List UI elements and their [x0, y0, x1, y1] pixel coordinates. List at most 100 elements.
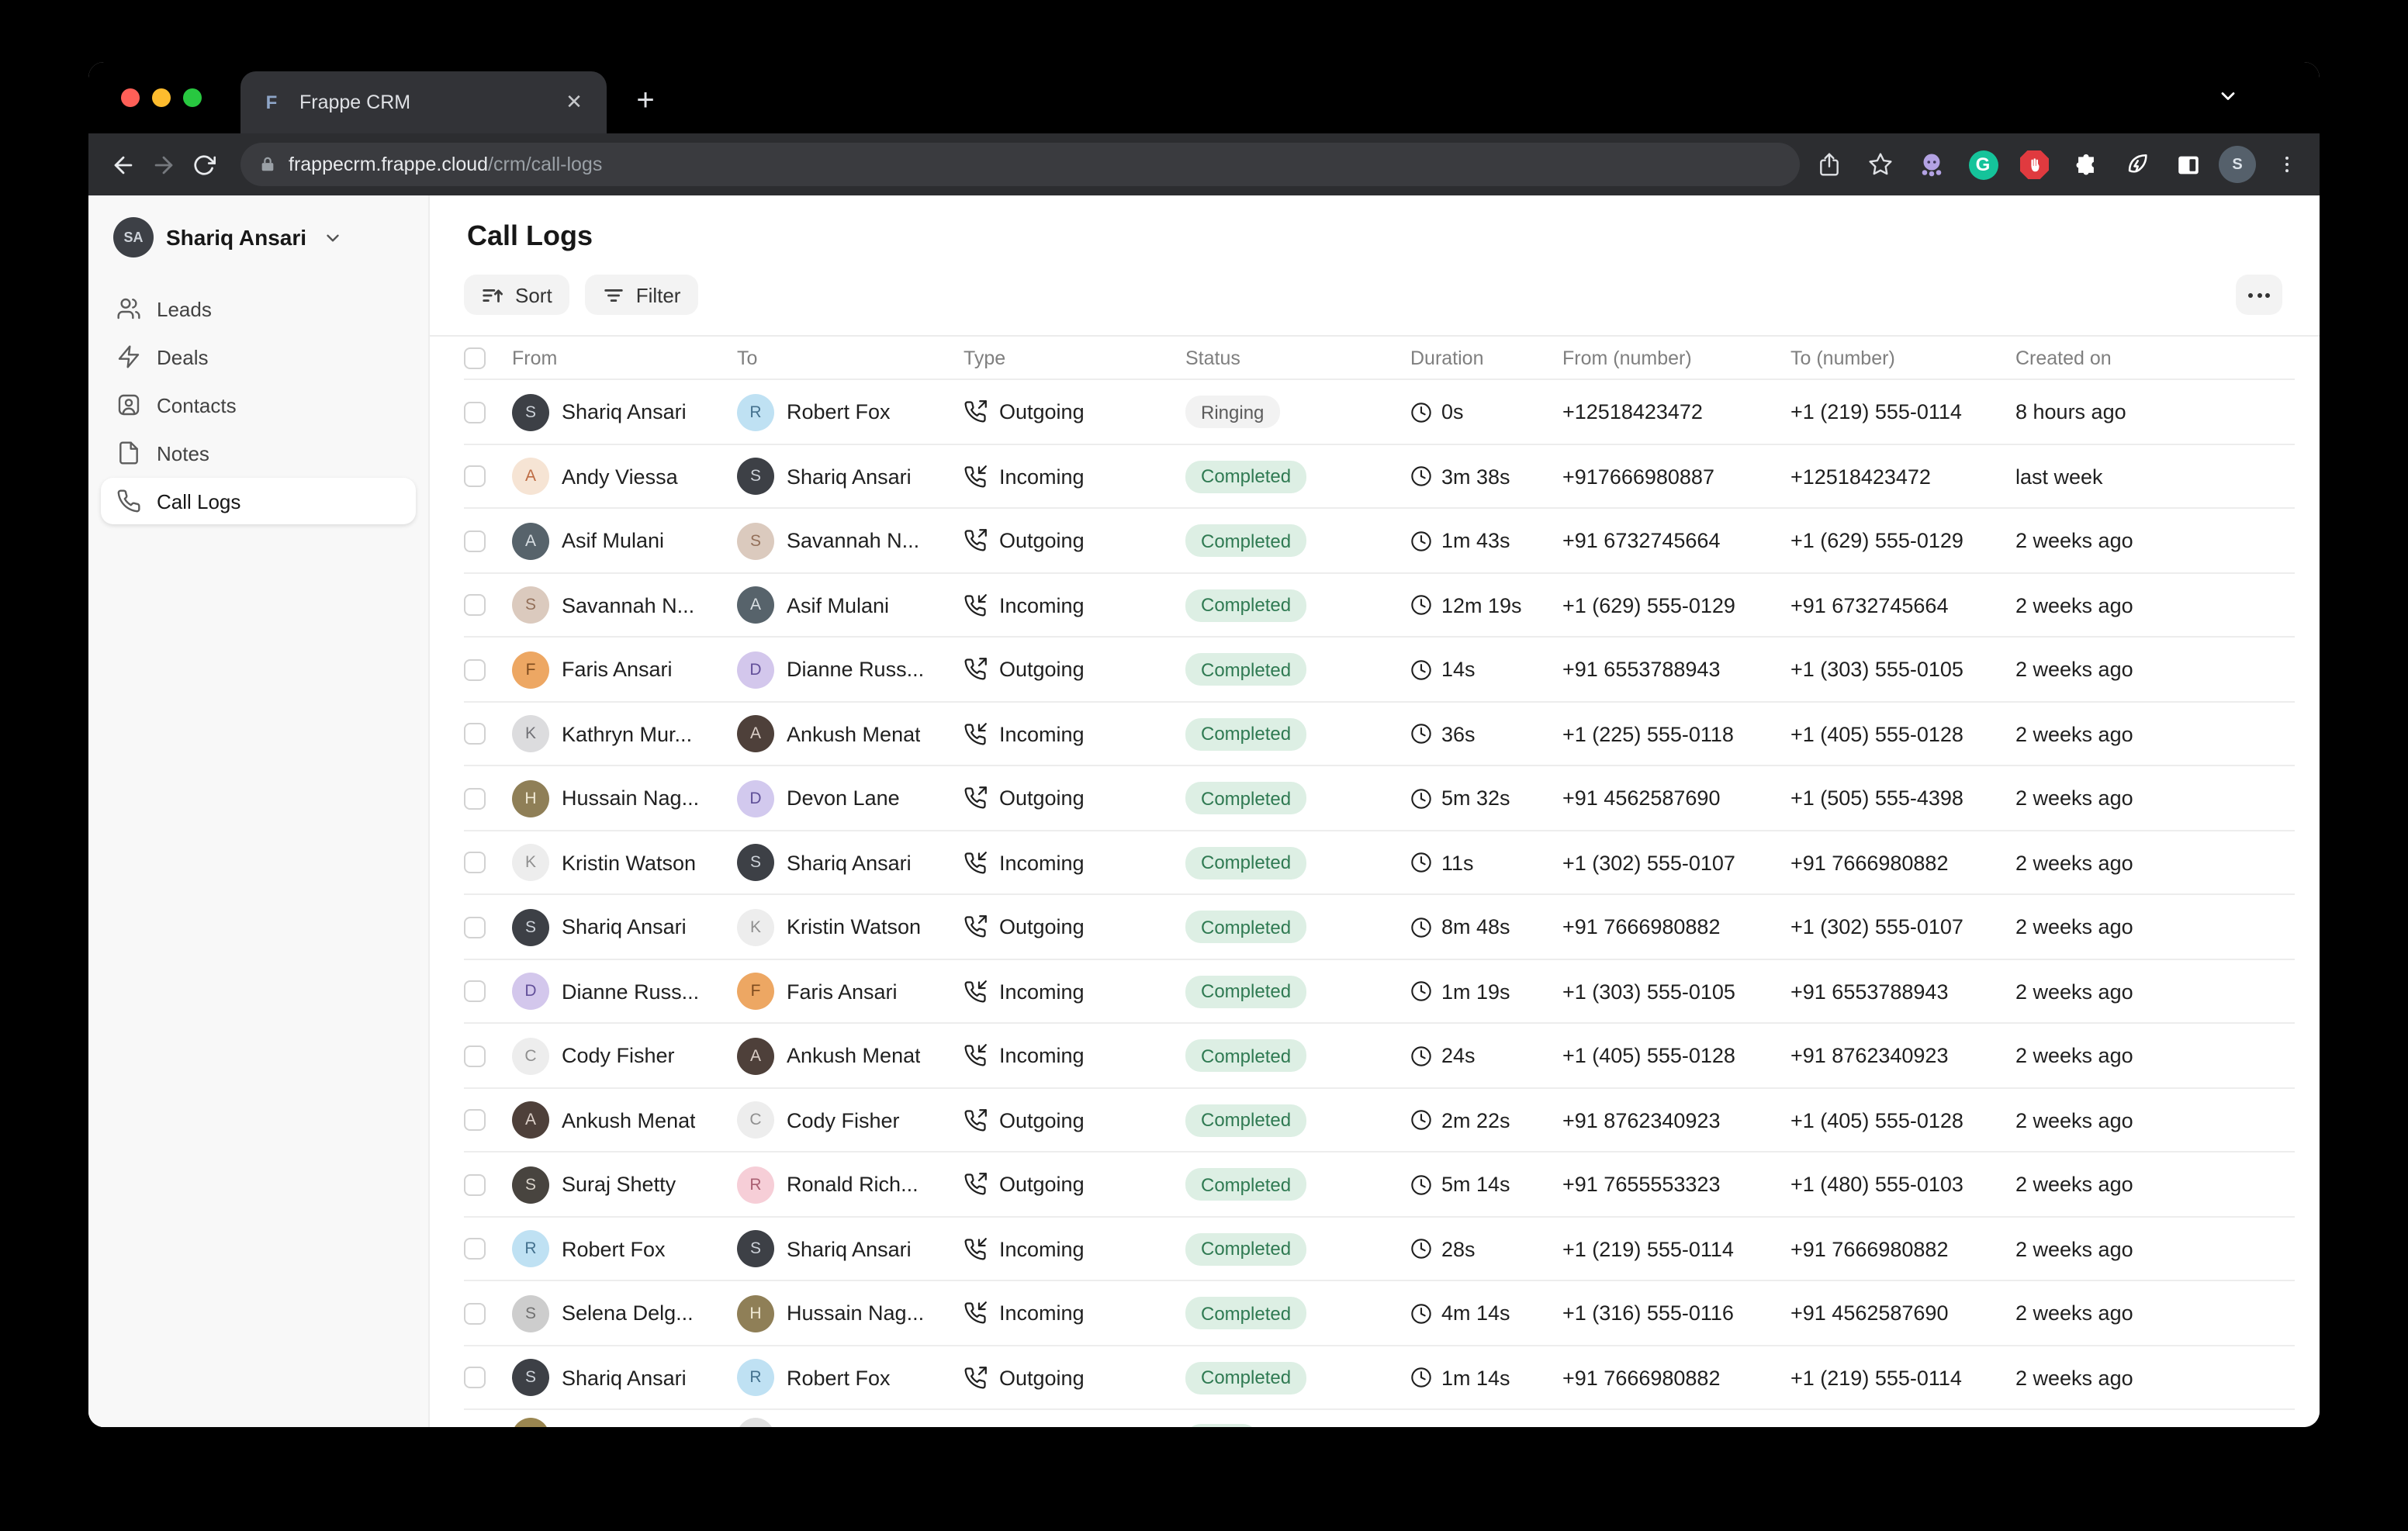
- sidebar-item-notes[interactable]: Notes: [101, 430, 416, 476]
- reload-icon[interactable]: [183, 144, 223, 185]
- new-tab-button[interactable]: +: [625, 82, 666, 123]
- row-checkbox[interactable]: [464, 917, 486, 938]
- octopus-extension-icon[interactable]: [1912, 144, 1952, 185]
- type-label: Outgoing: [999, 401, 1085, 424]
- row-checkbox[interactable]: [464, 530, 486, 552]
- row-checkbox[interactable]: [464, 659, 486, 681]
- bookmark-star-icon[interactable]: [1860, 144, 1901, 185]
- call-log-row[interactable]: SSavannah N...AAsif MulaniIncomingComple…: [430, 573, 2320, 638]
- type-cell: Incoming: [964, 1045, 1185, 1068]
- call-log-row[interactable]: SShariq AnsariRRobert FoxOutgoingComplet…: [430, 1346, 2320, 1410]
- row-checkbox[interactable]: [464, 1367, 486, 1389]
- extensions-puzzle-icon[interactable]: [2065, 144, 2105, 185]
- url-bar[interactable]: frappecrm.frappe.cloud/crm/call-logs: [240, 143, 1800, 186]
- type-cell: Outgoing: [964, 1367, 1185, 1390]
- call-log-row[interactable]: SShariq AnsariKKristin WatsonOutgoingCom…: [430, 895, 2320, 959]
- person-name: Hussain Nag...: [562, 787, 699, 810]
- phone-incoming-icon: [964, 852, 987, 875]
- browser-tab[interactable]: F Frappe CRM ✕: [240, 71, 607, 133]
- created-on-cell: 2 weeks ago: [2015, 723, 2320, 746]
- from-number-cell: +91 4562587690: [1562, 787, 1790, 810]
- person-name: Ronald Rich...: [787, 1173, 919, 1197]
- avatar: A: [512, 458, 549, 496]
- call-log-row[interactable]: HHussain Nag...DDevon LaneOutgoingComple…: [430, 766, 2320, 831]
- app-main: SA Shariq Ansari LeadsDealsContactsNotes…: [88, 195, 2320, 1427]
- tab-search-chevron-icon[interactable]: [2217, 85, 2239, 115]
- to-number-cell: +91 8762340923: [1790, 1045, 2015, 1068]
- row-checkbox[interactable]: [464, 981, 486, 1003]
- adblock-extension-icon[interactable]: [2014, 144, 2054, 185]
- sort-button[interactable]: Sort: [464, 275, 569, 315]
- close-tab-icon[interactable]: ✕: [560, 88, 588, 116]
- type-label: Incoming: [999, 852, 1085, 875]
- column-header-to-number: To (number): [1790, 347, 2015, 369]
- created-on-cell: 2 weeks ago: [2015, 852, 2320, 875]
- call-log-row[interactable]: AAsif MulaniSSavannah N...OutgoingComple…: [430, 509, 2320, 573]
- call-log-row[interactable]: DDianne Russ...FFaris AnsariIncomingComp…: [430, 959, 2320, 1024]
- share-icon[interactable]: [1809, 144, 1849, 185]
- row-checkbox[interactable]: [464, 466, 486, 488]
- lock-icon: [259, 155, 276, 174]
- row-checkbox[interactable]: [464, 1110, 486, 1132]
- energy-saver-leaf-icon[interactable]: [2116, 144, 2157, 185]
- sidebar-item-leads[interactable]: Leads: [101, 285, 416, 332]
- row-checkbox[interactable]: [464, 402, 486, 423]
- macos-zoom-button[interactable]: [183, 88, 202, 107]
- duration-value: 5m 32s: [1441, 787, 1510, 810]
- type-cell: Outgoing: [964, 916, 1185, 939]
- call-log-row[interactable]: KKathryn Mur...AAnkush MenatIncomingComp…: [430, 702, 2320, 766]
- row-checkbox[interactable]: [464, 1303, 486, 1325]
- call-log-row[interactable]: CCody FisherAAnkush MenatIncomingComplet…: [430, 1024, 2320, 1088]
- row-checkbox[interactable]: [464, 724, 486, 745]
- duration-cell: 5m 32s: [1410, 787, 1562, 810]
- avatar: S: [512, 909, 549, 946]
- call-log-row[interactable]: SShariq AnsariRRobert FoxOutgoingRinging…: [430, 380, 2320, 444]
- table-header: FromToTypeStatusDurationFrom (number)To …: [430, 337, 2320, 380]
- from-number-cell: +1 (316) 555-0116: [1562, 1302, 1790, 1325]
- person-name: Faris Ansari: [787, 980, 898, 1004]
- sidebar-item-call-logs[interactable]: Call Logs: [101, 478, 416, 524]
- desktop-background: F Frappe CRM ✕ + fr: [0, 0, 2408, 1531]
- select-all-checkbox[interactable]: [464, 347, 486, 369]
- call-log-row[interactable]: AAndy ViessaSShariq AnsariIncomingComple…: [430, 444, 2320, 509]
- call-log-row[interactable]: SSelena Delg...HHussain Nag...IncomingCo…: [430, 1281, 2320, 1346]
- macos-close-button[interactable]: [121, 88, 140, 107]
- avatar: D: [512, 973, 549, 1011]
- forward-icon[interactable]: [143, 144, 183, 185]
- side-panel-icon[interactable]: [2168, 144, 2208, 185]
- call-log-row[interactable]: AAnkush MenatCCody FisherOutgoingComplet…: [430, 1088, 2320, 1153]
- grammarly-extension-icon[interactable]: G: [1963, 144, 2003, 185]
- type-label: Incoming: [999, 1302, 1085, 1325]
- avatar: S: [512, 587, 549, 624]
- call-log-row-partial[interactable]: [430, 1410, 2320, 1427]
- person-name: Savannah N...: [562, 594, 694, 617]
- row-checkbox[interactable]: [464, 788, 486, 810]
- call-log-row[interactable]: RRobert FoxSShariq AnsariIncomingComplet…: [430, 1217, 2320, 1281]
- duration-value: 4m 14s: [1441, 1302, 1510, 1325]
- duration-cell: 1m 19s: [1410, 980, 1562, 1004]
- more-options-button[interactable]: [2236, 275, 2282, 315]
- row-checkbox[interactable]: [464, 852, 486, 874]
- row-checkbox[interactable]: [464, 1174, 486, 1196]
- call-log-row[interactable]: SSuraj ShettyRRonald Rich...OutgoingComp…: [430, 1153, 2320, 1217]
- sidebar-item-contacts[interactable]: Contacts: [101, 382, 416, 428]
- user-dropdown[interactable]: SA Shariq Ansari: [110, 211, 407, 264]
- type-label: Outgoing: [999, 530, 1085, 553]
- back-icon[interactable]: [102, 144, 143, 185]
- status-badge: Completed: [1185, 525, 1306, 558]
- row-checkbox[interactable]: [464, 1239, 486, 1260]
- duration-cell: 12m 19s: [1410, 594, 1562, 617]
- filter-button[interactable]: Filter: [585, 275, 698, 315]
- call-log-row[interactable]: FFaris AnsariDDianne Russ...OutgoingComp…: [430, 638, 2320, 702]
- browser-profile-avatar[interactable]: S: [2219, 146, 2256, 183]
- browser-menu-kebab-icon[interactable]: [2267, 144, 2307, 185]
- row-checkbox[interactable]: [464, 595, 486, 617]
- sidebar-item-deals[interactable]: Deals: [101, 334, 416, 380]
- macos-minimize-button[interactable]: [152, 88, 171, 107]
- type-label: Outgoing: [999, 1367, 1085, 1390]
- phone-outgoing-icon: [964, 1367, 987, 1390]
- status-badge: Completed: [1185, 847, 1306, 880]
- call-log-row[interactable]: KKristin WatsonSShariq AnsariIncomingCom…: [430, 831, 2320, 895]
- status-badge: Completed: [1185, 1104, 1306, 1137]
- row-checkbox[interactable]: [464, 1045, 486, 1067]
